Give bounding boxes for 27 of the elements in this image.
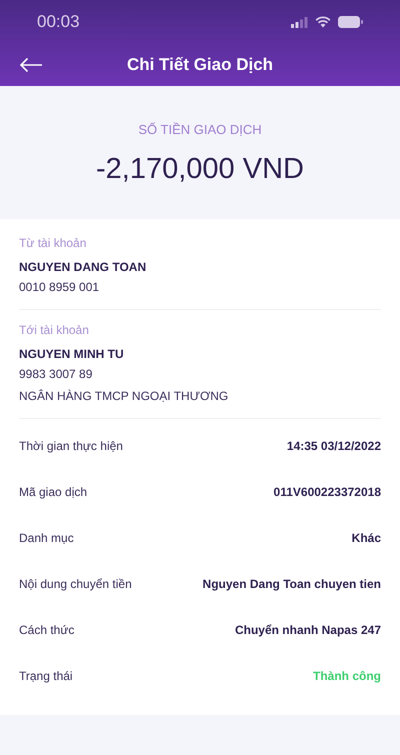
account-name: NGUYEN DANG TOAN (19, 259, 148, 275)
detail-value: 14:35 03/12/2022 (286, 438, 381, 455)
detail-label: Trạng thái (19, 668, 73, 685)
amount-value: -2,170,000 VND (96, 152, 304, 186)
status-time: 00:03 (37, 11, 80, 34)
detail-label: Cách thức (19, 622, 74, 639)
amount-label: SỐ TIỀN GIAO DỊCH (138, 121, 262, 139)
detail-label: Danh mục (19, 530, 74, 547)
detail-label: Nội dung chuyển tiền (19, 576, 132, 593)
account-label: Từ tài khoản (19, 235, 88, 251)
account-name: NGUYEN MINH TU (19, 346, 125, 362)
detail-value: Chuyển nhanh Napas 247 (234, 622, 381, 639)
detail-value: Thành công (313, 668, 381, 685)
detail-value: 011V600223372018 (274, 484, 381, 501)
wifi-icon (315, 16, 331, 28)
account-detail: 9983 3007 89 (19, 366, 94, 382)
back-arrow-icon (19, 57, 43, 73)
signal-icon (291, 16, 308, 28)
account-detail: 0010 8959 001 (19, 279, 100, 295)
account-label: Tới tài khoản (19, 322, 90, 338)
detail-value: Nguyen Dang Toan chuyen tien (202, 576, 381, 593)
detail-label: Mã giao dịch (19, 484, 88, 501)
screen-title: Chi Tiết Giao Dịch (126, 54, 274, 76)
battery-icon (338, 16, 363, 28)
account-detail: NGÂN HÀNG TMCP NGOẠI THƯƠNG (19, 388, 230, 404)
detail-value: Khác (352, 530, 381, 547)
detail-label: Thời gian thực hiện (19, 438, 123, 455)
